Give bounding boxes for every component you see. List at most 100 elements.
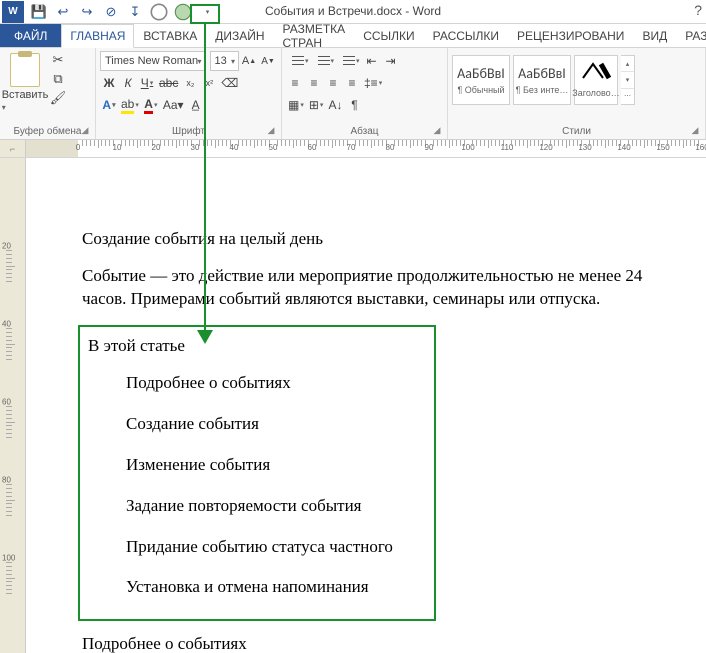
style-preview: АаБбВвI (457, 65, 505, 82)
underline-button[interactable]: Ч (138, 73, 156, 93)
line-spacing-button[interactable]: ‡≡ (362, 73, 384, 93)
shrink-font-button[interactable]: A▼ (259, 51, 277, 71)
font-name-combo[interactable]: Times New Roman▾ (100, 51, 206, 71)
style-preview: АаБбВвI (518, 65, 566, 82)
tab-home[interactable]: ГЛАВНАЯ (61, 24, 134, 48)
toc-item: Установка и отмена напоминания (126, 576, 426, 599)
toc-item: Подробнее о событиях (126, 372, 426, 395)
copy-button[interactable]: ⧉ (49, 70, 67, 88)
tab-view[interactable]: ВИД (633, 24, 676, 47)
paste-label: Вставить (2, 89, 49, 113)
italic-button[interactable]: К (119, 73, 137, 93)
clipboard-label-text: Буфер обмена (14, 126, 82, 137)
increase-indent-button[interactable]: ⇥ (382, 51, 400, 71)
sort-button[interactable]: A↓ (326, 95, 344, 115)
shading-button[interactable]: ▦ (286, 95, 306, 115)
superscript-button[interactable]: x² (200, 73, 218, 93)
font-dialog-launcher[interactable]: ◢ (265, 125, 277, 137)
toc-item: Изменение события (126, 454, 426, 477)
ruler-corner: ⌐ (0, 140, 26, 157)
style-name: Заголово… (569, 88, 623, 98)
tab-file[interactable]: ФАЙЛ (0, 24, 61, 47)
ruler-number: 160 (695, 143, 706, 152)
tab-layout[interactable]: РАЗМЕТКА СТРАН (274, 24, 355, 47)
ruler-row: ⌐ 01020304050607080901001101201301401501… (0, 140, 706, 158)
enclose-button[interactable]: A̲ (187, 95, 205, 115)
group-styles: АаБбВвI ¶ Обычный АаБбВвI ¶ Без инте… За… (448, 48, 706, 139)
bullets-button[interactable] (286, 51, 311, 71)
cut-button[interactable]: ✂ (49, 51, 67, 69)
group-font: Times New Roman▾ 13▾ A▲ A▼ Ж К Ч abc x₂ … (96, 48, 282, 139)
group-styles-label: Стили ◢ (452, 124, 701, 137)
paste-button[interactable]: Вставить (4, 51, 46, 113)
text-effects-button[interactable]: A (100, 95, 118, 115)
app-icon: W (2, 1, 24, 23)
style-no-spacing[interactable]: АаБбВвI ¶ Без инте… (513, 55, 571, 105)
highlight-button[interactable]: ab (119, 95, 141, 115)
title-bar: W 💾 ↩ ↪ ⊘ ↧ События и Встречи.docx - Wor… (0, 0, 706, 24)
qat-customize[interactable] (196, 2, 218, 22)
change-case-button[interactable]: Aa▾ (161, 95, 186, 115)
horizontal-ruler[interactable]: 0102030405060708090100110120130140150160 (26, 140, 706, 157)
toc-item: Создание события (126, 413, 426, 436)
ruler-number: 0 (76, 143, 80, 152)
group-paragraph-label: Абзац ◢ (286, 124, 443, 137)
clear-formatting-button[interactable]: ⌫ (219, 73, 240, 93)
align-right-button[interactable]: ≡ (324, 73, 342, 93)
group-font-label: Шрифт ◢ (100, 124, 277, 137)
tab-mailings[interactable]: РАССЫЛКИ (424, 24, 508, 47)
toc-item: Придание событию статуса частного (126, 536, 426, 559)
paragraph-dialog-launcher[interactable]: ◢ (431, 125, 443, 137)
help-button[interactable]: ? (694, 2, 702, 18)
tab-design[interactable]: ДИЗАЙН (206, 24, 273, 47)
decrease-indent-button[interactable]: ⇤ (363, 51, 381, 71)
undo-button[interactable]: ↩ (52, 2, 74, 22)
toc-selection-box: В этой статье Подробнее о событиях Созда… (78, 325, 436, 622)
strikethrough-button[interactable]: abc (157, 73, 180, 93)
tab-review[interactable]: РЕЦЕНЗИРОВАНИ (508, 24, 633, 47)
format-painter-button[interactable]: 🖌 (49, 89, 67, 107)
style-heading1[interactable]: Заголово… (574, 55, 618, 105)
doc-heading: Создание события на целый день (82, 228, 686, 251)
quick-access-toolbar: 💾 ↩ ↪ ⊘ ↧ (28, 2, 218, 22)
numbering-button[interactable] (312, 51, 337, 71)
qat-shape-2[interactable] (172, 2, 194, 22)
tab-developer[interactable]: РАЗРАБО (676, 24, 706, 47)
styles-gallery-more[interactable]: ▴▾⋯ (621, 55, 635, 105)
group-paragraph: ⇤ ⇥ ≡ ≡ ≡ ≡ ‡≡ ▦ ⊞ A↓ ¶ Абзац ◢ (282, 48, 448, 139)
align-center-button[interactable]: ≡ (305, 73, 323, 93)
font-size-combo[interactable]: 13▾ (210, 51, 239, 71)
save-button[interactable]: 💾 (28, 2, 50, 22)
qat-extra-1[interactable]: ⊘ (100, 2, 122, 22)
window-title: События и Встречи.docx - Word (265, 4, 441, 18)
justify-button[interactable]: ≡ (343, 73, 361, 93)
font-label-text: Шрифт (172, 126, 205, 137)
tab-insert[interactable]: ВСТАВКА (134, 24, 206, 47)
style-normal[interactable]: АаБбВвI ¶ Обычный (452, 55, 510, 105)
paste-icon (10, 53, 40, 87)
show-marks-button[interactable]: ¶ (345, 95, 363, 115)
paragraph-label-text: Абзац (350, 126, 378, 137)
subscript-button[interactable]: x₂ (181, 73, 199, 93)
borders-button[interactable]: ⊞ (307, 95, 326, 115)
bold-button[interactable]: Ж (100, 73, 118, 93)
grow-font-button[interactable]: A▲ (240, 51, 258, 71)
toc-title: В этой статье (88, 335, 426, 358)
font-color-button[interactable]: A (142, 95, 160, 115)
group-clipboard: Вставить ✂ ⧉ 🖌 Буфер обмена ◢ (0, 48, 96, 139)
qat-shape-1[interactable] (148, 2, 170, 22)
vertical-ruler[interactable]: 20406080100 (0, 158, 26, 653)
page[interactable]: Создание события на целый день Событие —… (26, 158, 706, 653)
document-area: 20406080100 Создание события на целый де… (0, 158, 706, 653)
align-left-button[interactable]: ≡ (286, 73, 304, 93)
clipboard-dialog-launcher[interactable]: ◢ (79, 125, 91, 137)
redo-button[interactable]: ↪ (76, 2, 98, 22)
qat-extra-2[interactable]: ↧ (124, 2, 146, 22)
styles-dialog-launcher[interactable]: ◢ (689, 125, 701, 137)
multilevel-button[interactable] (337, 51, 362, 71)
group-clipboard-label: Буфер обмена ◢ (4, 124, 91, 137)
tab-references[interactable]: ССЫЛКИ (354, 24, 423, 47)
ribbon-tabs: ФАЙЛ ГЛАВНАЯ ВСТАВКА ДИЗАЙН РАЗМЕТКА СТР… (0, 24, 706, 48)
doc-paragraph-1: Событие — это действие или мероприятие п… (82, 265, 686, 311)
font-name-value: Times New Roman (105, 55, 198, 67)
